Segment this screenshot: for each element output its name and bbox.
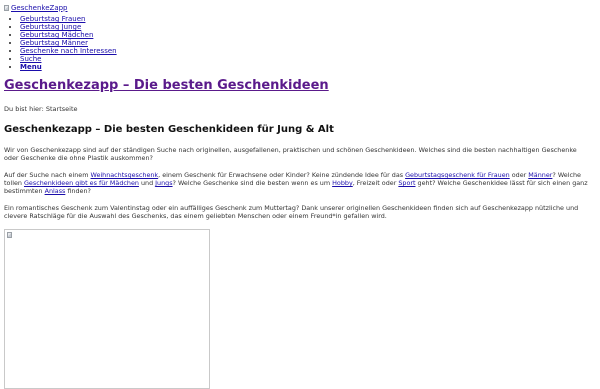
paragraph-text: , Freizeit oder [352, 179, 399, 188]
page-heading: Geschenkezapp – Die besten Geschenkideen… [4, 124, 334, 136]
site-title: Geschenkezapp – Die besten Geschenkideen [4, 78, 592, 94]
nav-link-geburtstag-maedchen[interactable]: Geburtstag Mädchen [20, 31, 93, 39]
link-geschenkideen-maedchen[interactable]: Geschenkideen gibt es für Mädchen [24, 179, 139, 187]
paragraph-text: ? Welche Geschenke sind die besten wenn … [172, 179, 333, 188]
intro-paragraph: Wir von Geschenkezapp sind auf der ständ… [4, 146, 577, 163]
link-geburtstagsgeschenk-frauen[interactable]: Geburtstagsgeschenk für Frauen [405, 171, 510, 179]
main-navigation: Geburtstag Frauen Geburtstag Junge Gebur… [4, 15, 592, 71]
link-jungs[interactable]: Jungs [155, 179, 172, 187]
link-maenner[interactable]: Männer [528, 171, 552, 179]
nav-item-geburtstag-frauen: Geburtstag Frauen [20, 15, 592, 23]
link-weihnachtsgeschenk[interactable]: Weihnachtsgeschenk [91, 171, 159, 179]
paragraph-text: und [138, 179, 156, 188]
broken-image-icon [7, 232, 12, 239]
site-title-link[interactable]: Geschenkezapp – Die besten Geschenkideen [4, 78, 329, 93]
nav-link-suche[interactable]: Suche [20, 55, 41, 63]
search-paragraph: Auf der Suche nach einem Weihnachtsgesch… [4, 171, 592, 195]
nav-item-geburtstag-maedchen: Geburtstag Mädchen [20, 31, 592, 39]
paragraph-text: Auf der Suche nach einem [4, 171, 91, 180]
nav-link-geburtstag-maenner[interactable]: Geburtstag Männer [20, 39, 88, 47]
broken-image-icon [4, 5, 9, 11]
link-hobby[interactable]: Hobby [332, 179, 353, 187]
paragraph-text: , einem Geschenk für Erwachsene oder Kin… [158, 171, 406, 180]
paragraph-text: finden? [65, 187, 91, 196]
page-wrapper: GeschenkeZapp Geburtstag Frauen Geburtst… [4, 3, 592, 389]
nav-item-geburtstag-maenner: Geburtstag Männer [20, 39, 592, 47]
nav-item-suche: Suche [20, 55, 592, 63]
link-anlass[interactable]: Anlass [45, 187, 66, 195]
logo-alt-text: GeschenkeZapp [11, 3, 68, 12]
nav-link-geburtstag-frauen[interactable]: Geburtstag Frauen [20, 15, 85, 23]
menu-toggle[interactable]: Menu [20, 63, 42, 71]
nav-item-geburtstag-junge: Geburtstag Junge [20, 23, 592, 31]
breadcrumb-prefix: Du bist hier: [4, 105, 44, 113]
link-sport[interactable]: Sport [398, 179, 415, 187]
breadcrumb: Du bist hier: Startseite [4, 105, 592, 113]
nav-link-geschenke-nach-interessen[interactable]: Geschenke nach Interessen [20, 47, 117, 55]
logo-link[interactable]: GeschenkeZapp [4, 3, 592, 13]
nav-item-geschenke-nach-interessen: Geschenke nach Interessen [20, 47, 592, 55]
romantic-gift-paragraph: Ein romantisches Geschenk zum Valentinst… [4, 204, 579, 221]
breadcrumb-current: Startseite [45, 105, 78, 113]
nav-item-menu: Menu [20, 63, 592, 71]
nav-link-geburtstag-junge[interactable]: Geburtstag Junge [20, 23, 81, 31]
paragraph-text: oder [509, 171, 529, 180]
content-image-placeholder [4, 229, 210, 389]
